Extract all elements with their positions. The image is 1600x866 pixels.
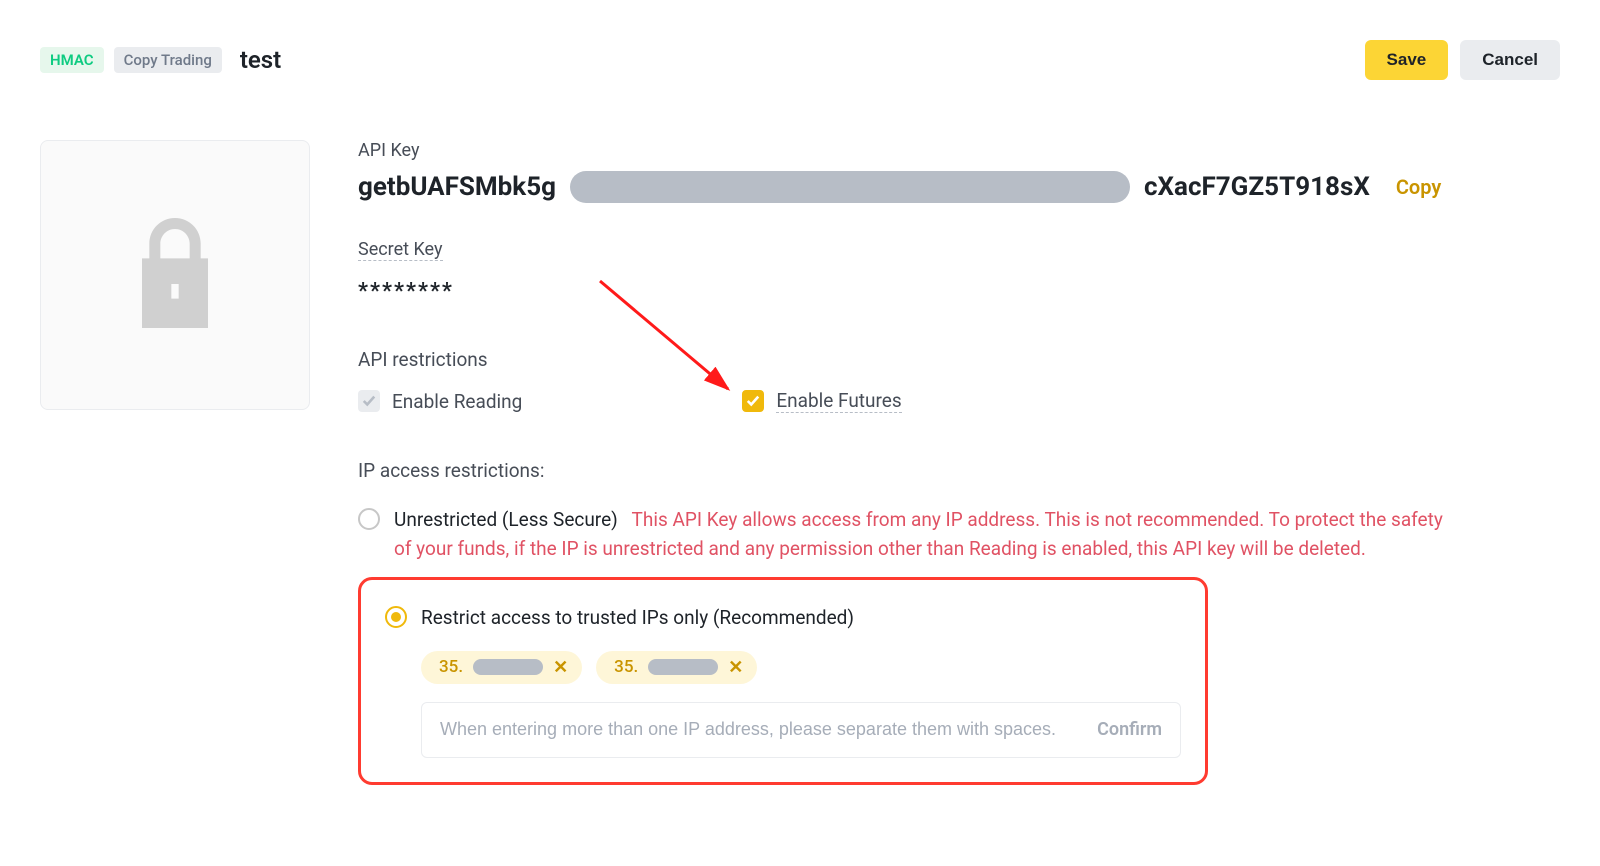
header-right: Save Cancel	[1365, 40, 1560, 80]
ip-restricted-option[interactable]: Restrict access to trusted IPs only (Rec…	[385, 598, 1181, 637]
remove-ip-icon[interactable]: ✕	[728, 657, 743, 678]
remove-ip-icon[interactable]: ✕	[553, 657, 568, 678]
api-details: API Key getbUAFSMbk5g cXacF7GZ5T918sX Co…	[358, 140, 1458, 785]
ip-input-row: Confirm	[421, 702, 1181, 758]
cancel-button[interactable]: Cancel	[1460, 40, 1560, 80]
ip-chip-redacted	[648, 659, 718, 675]
ip-chip-redacted	[473, 659, 543, 675]
enable-futures-option: Enable Futures	[742, 389, 901, 413]
lock-icon	[130, 218, 220, 332]
ip-restricted-label: Restrict access to trusted IPs only (Rec…	[421, 604, 854, 633]
checkbox-enable-futures[interactable]	[742, 390, 764, 412]
ip-address-input[interactable]	[440, 719, 1097, 740]
ip-chip-prefix: 35.	[439, 657, 463, 677]
header-left: HMAC Copy Trading test	[40, 46, 281, 74]
api-key-label: API Key	[358, 140, 1458, 161]
save-button[interactable]: Save	[1365, 40, 1449, 80]
secret-key-value: ********	[358, 279, 1458, 304]
enable-reading-option: Enable Reading	[358, 390, 522, 413]
api-key-value-suffix: cXacF7GZ5T918sX	[1144, 172, 1370, 202]
header: HMAC Copy Trading test Save Cancel	[40, 40, 1560, 80]
ip-chips-container: 35. ✕ 35. ✕	[421, 651, 1181, 684]
ip-restrictions-title: IP access restrictions:	[358, 459, 1458, 482]
checkbox-enable-reading	[358, 390, 380, 412]
ip-unrestricted-label: Unrestricted (Less Secure)	[394, 508, 618, 531]
radio-unrestricted[interactable]	[358, 508, 380, 530]
api-key-row: getbUAFSMbk5g cXacF7GZ5T918sX Copy	[358, 171, 1458, 203]
api-key-name: test	[240, 46, 281, 74]
ip-chip-prefix: 35.	[614, 657, 638, 677]
ip-restrictions-section: IP access restrictions: Unrestricted (Le…	[358, 459, 1458, 785]
secret-key-label: Secret Key	[358, 239, 443, 261]
enable-reading-label: Enable Reading	[392, 390, 522, 413]
api-restrictions-title: API restrictions	[358, 348, 1458, 371]
tag-hmac: HMAC	[40, 47, 104, 73]
api-key-value-prefix: getbUAFSMbk5g	[358, 172, 556, 202]
ip-restricted-highlight: Restrict access to trusted IPs only (Rec…	[358, 577, 1208, 785]
api-key-redacted	[570, 171, 1130, 203]
ip-unrestricted-option[interactable]: Unrestricted (Less Secure) This API Key …	[358, 500, 1458, 577]
tag-copy-trading: Copy Trading	[114, 47, 222, 73]
confirm-ip-button[interactable]: Confirm	[1097, 719, 1162, 740]
ip-unrestricted-text: Unrestricted (Less Secure) This API Key …	[394, 506, 1458, 563]
enable-futures-label: Enable Futures	[776, 389, 901, 413]
ip-chip: 35. ✕	[596, 651, 757, 684]
ip-chip: 35. ✕	[421, 651, 582, 684]
qr-placeholder-card	[40, 140, 310, 410]
api-restrictions-row: Enable Reading Enable Futures	[358, 389, 1458, 413]
radio-restricted[interactable]	[385, 606, 407, 628]
copy-api-key-button[interactable]: Copy	[1396, 175, 1441, 199]
